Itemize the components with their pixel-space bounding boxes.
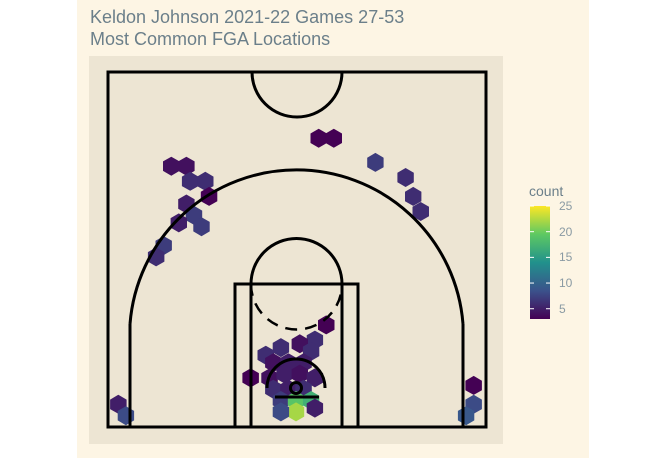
legend-tick-label: 25 — [559, 199, 573, 213]
legend-tick-label: 5 — [559, 301, 566, 316]
legend-tick-label: 20 — [559, 224, 573, 239]
legend-title: count — [529, 183, 564, 199]
legend-tick-label: 10 — [559, 276, 573, 291]
colorbar — [530, 206, 550, 319]
legend-tick-label: 15 — [559, 250, 573, 265]
